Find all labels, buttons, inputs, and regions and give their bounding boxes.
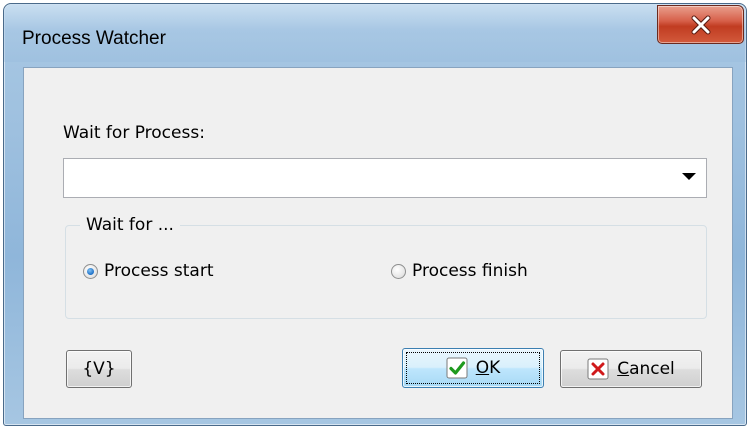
radio-button-checked[interactable]	[83, 263, 98, 279]
radio-button-unchecked[interactable]	[391, 263, 406, 279]
close-button[interactable]	[657, 5, 744, 44]
ok-button[interactable]: OK	[402, 348, 544, 388]
cancel-button-label: Cancel	[617, 359, 675, 379]
wait-for-group-label: Wait for ...	[80, 215, 180, 235]
close-icon	[691, 15, 710, 34]
radio-process-finish[interactable]: Process finish	[391, 261, 528, 281]
cancel-button[interactable]: Cancel	[560, 350, 702, 388]
dialog-body: Wait for Process: Wait for ... Process s…	[23, 67, 733, 419]
chevron-down-icon[interactable]	[682, 173, 696, 180]
dialog-window: Process Watcher Wait for Process: Wait f…	[3, 3, 747, 426]
radio-process-start[interactable]: Process start	[83, 261, 214, 281]
window-title: Process Watcher	[22, 28, 166, 49]
variables-button-label: {V}	[82, 359, 116, 379]
variables-button[interactable]: {V}	[66, 350, 132, 388]
focus-rectangle	[406, 352, 540, 384]
process-combo[interactable]	[63, 158, 707, 198]
radio-process-start-label: Process start	[104, 261, 214, 281]
x-cross-icon	[587, 358, 609, 380]
wait-for-process-label: Wait for Process:	[63, 123, 205, 143]
radio-process-finish-label: Process finish	[412, 261, 528, 281]
